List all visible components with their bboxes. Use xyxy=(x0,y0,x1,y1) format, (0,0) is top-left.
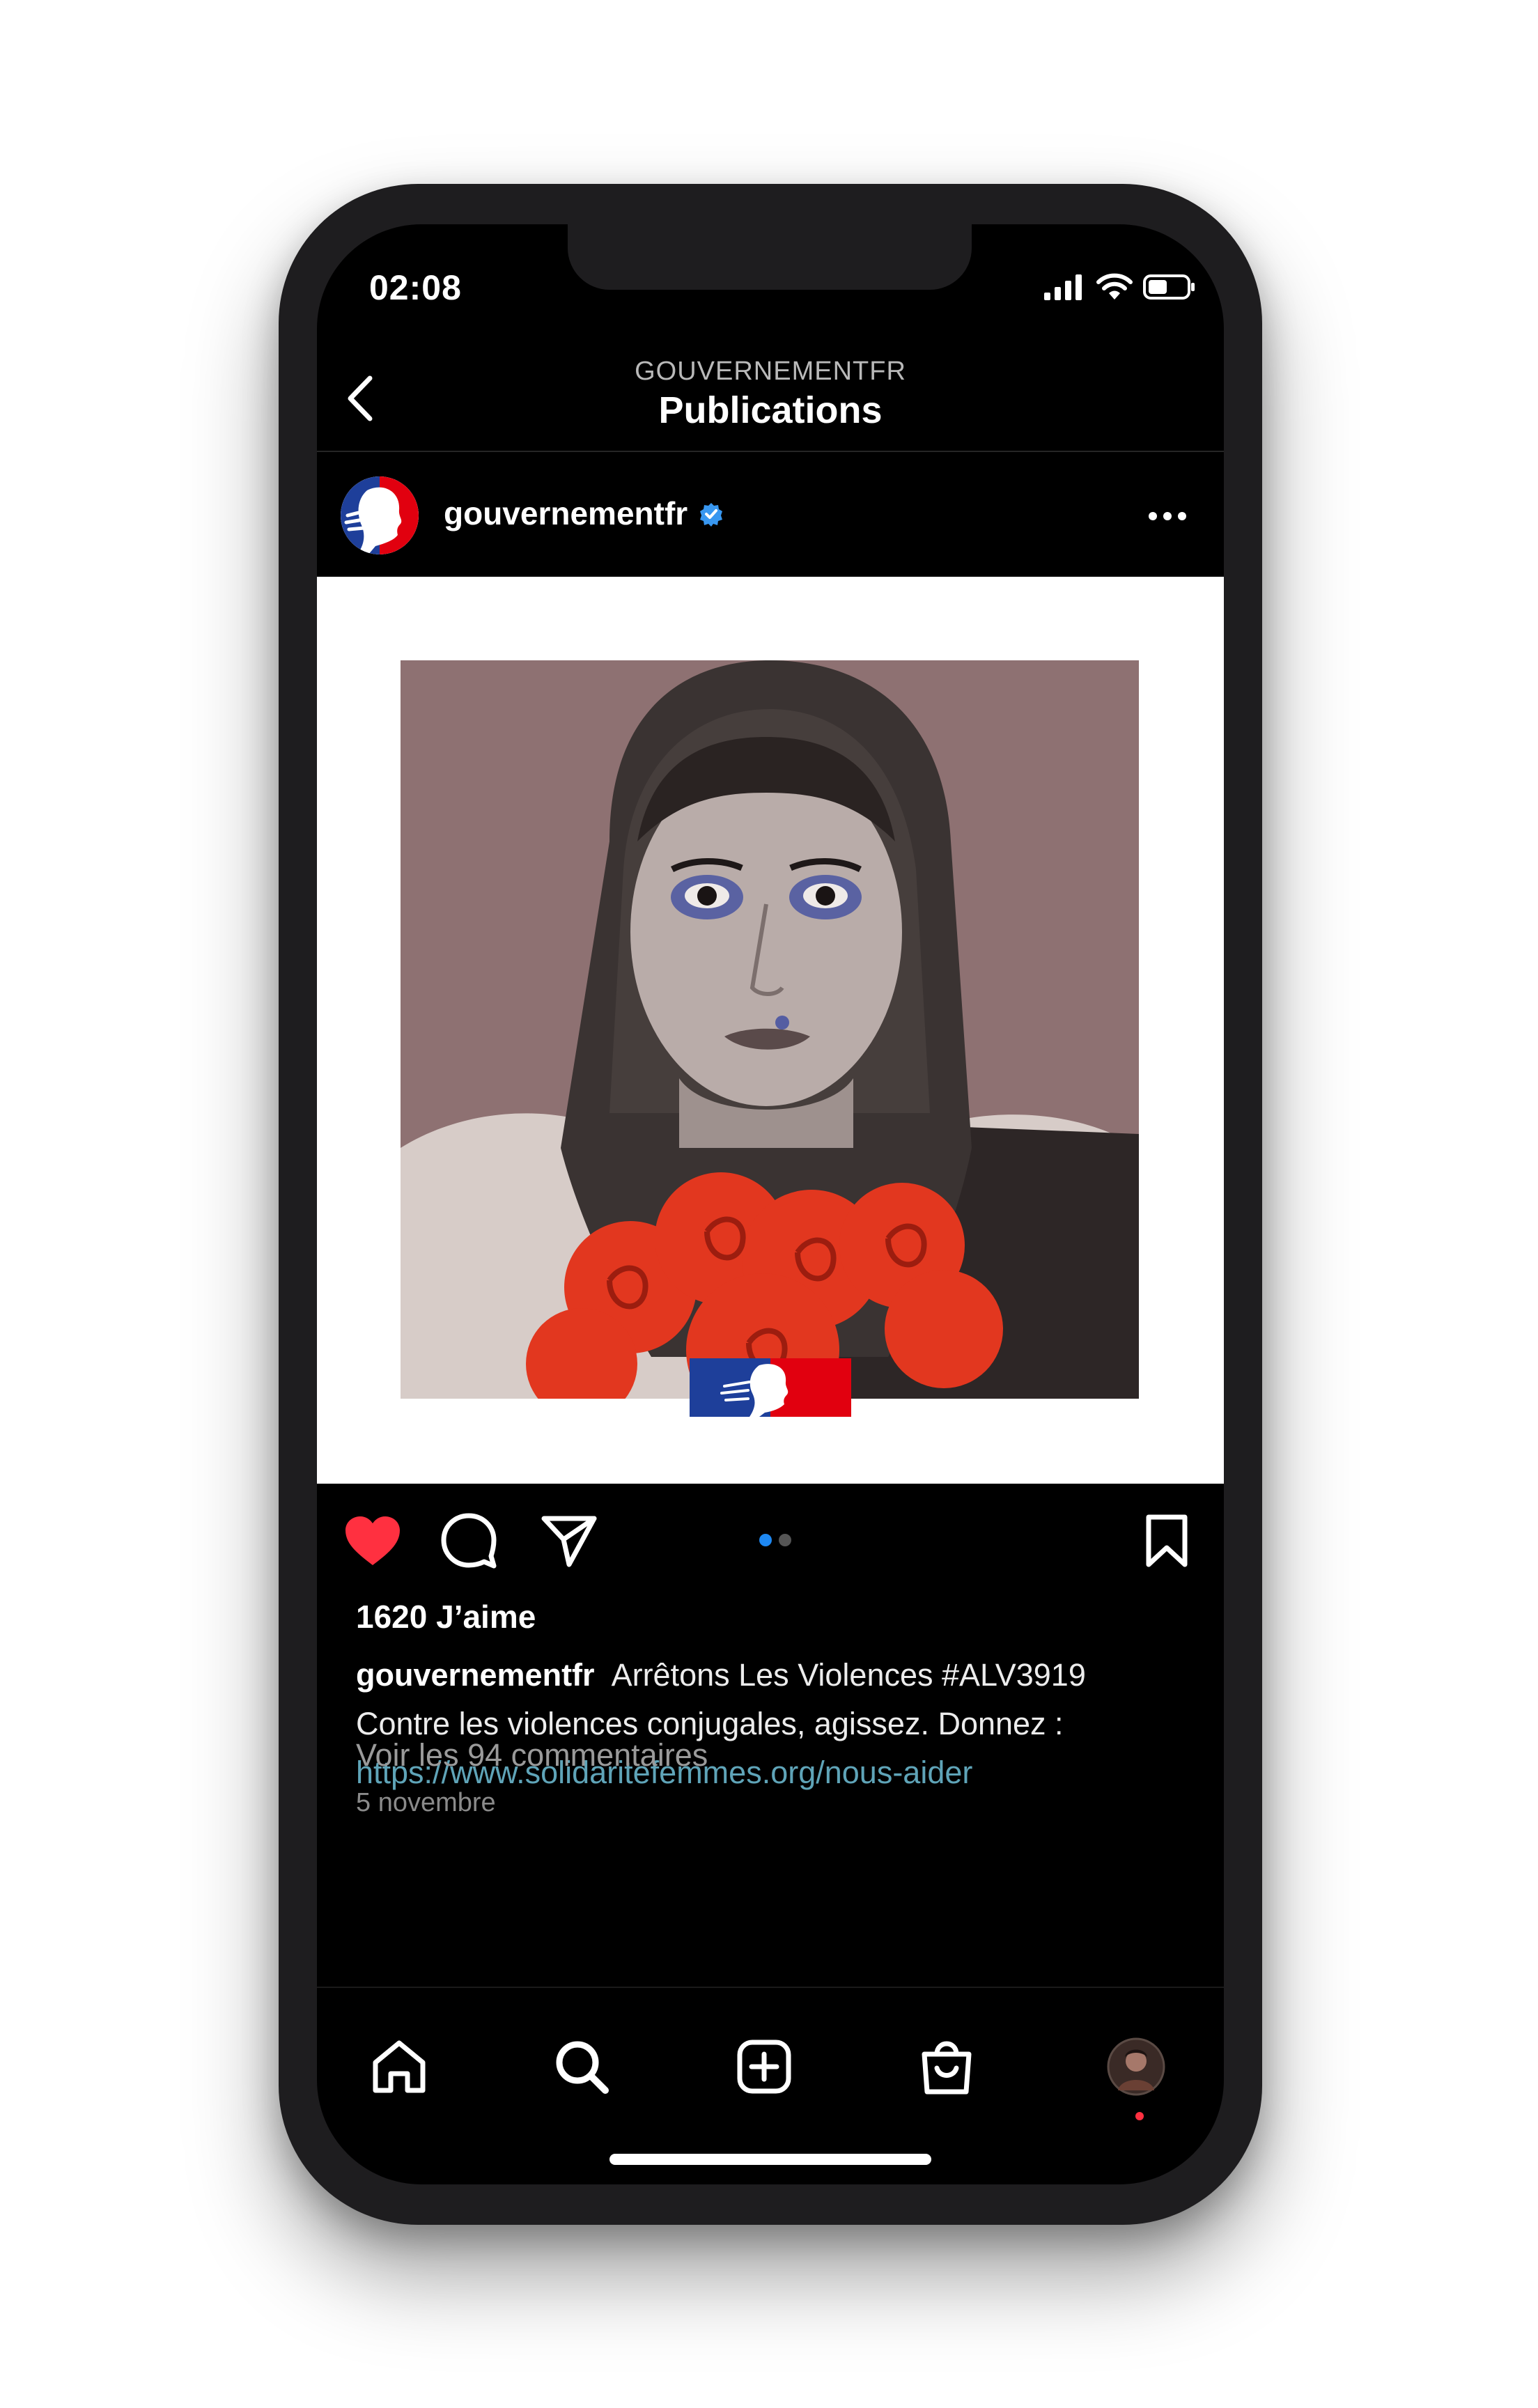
post-image[interactable] xyxy=(317,577,1224,1484)
carousel-dot xyxy=(779,1534,791,1546)
comment-button[interactable] xyxy=(434,1506,504,1576)
share-button[interactable] xyxy=(534,1506,604,1576)
battery-icon xyxy=(1143,274,1195,300)
post-author-username[interactable]: gouvernementfr xyxy=(444,495,724,532)
verified-badge-icon xyxy=(700,502,723,527)
heart-icon xyxy=(345,1516,400,1565)
more-options-button[interactable] xyxy=(1136,492,1199,541)
caption-line-1: Arrêtons Les Violences #ALV3919 xyxy=(611,1657,1086,1693)
like-button[interactable] xyxy=(338,1506,407,1576)
post-date: 5 novembre xyxy=(356,1788,496,1817)
create-post-icon xyxy=(737,2040,791,2094)
nav-create-button[interactable] xyxy=(726,2028,802,2105)
bookmark-button[interactable] xyxy=(1139,1506,1195,1576)
post-author-avatar[interactable] xyxy=(341,476,419,554)
status-time: 02:08 xyxy=(369,268,462,307)
republique-francaise-logo xyxy=(690,1358,851,1417)
post-author-name: gouvernementfr xyxy=(444,495,688,531)
likes-count[interactable]: 1620 J’aime xyxy=(356,1598,536,1636)
page-title: Publications xyxy=(658,389,883,431)
bookmark-icon xyxy=(1146,1514,1188,1567)
header-subtitle: GOUVERNEMENTFR xyxy=(635,357,906,386)
nav-profile-button[interactable] xyxy=(1098,2028,1174,2105)
marianne-flag-icon xyxy=(690,1358,851,1417)
wifi-icon xyxy=(1096,273,1133,300)
search-icon xyxy=(556,2041,609,2094)
header-divider xyxy=(317,451,1224,452)
caption-line-2: Contre les violences conjugales, agissez… xyxy=(356,1706,1064,1741)
portrait-illustration xyxy=(401,660,1139,1399)
post-caption: gouvernementfr Arrêtons Les Violences #AL… xyxy=(356,1651,1192,1797)
caption-username[interactable]: gouvernementfr xyxy=(356,1657,595,1693)
cellular-signal-icon xyxy=(1044,274,1082,300)
phone-notch xyxy=(568,224,972,290)
profile-notification-dot xyxy=(1135,2112,1144,2120)
home-icon xyxy=(373,2040,426,2093)
share-icon xyxy=(541,1516,597,1567)
post-photo xyxy=(401,660,1139,1399)
nav-search-button[interactable] xyxy=(543,2028,620,2105)
view-comments-link[interactable]: Voir les 94 commentaires xyxy=(356,1737,708,1773)
bottom-nav-divider xyxy=(317,1987,1224,1988)
app-screen: 02:08 GOUVERNEMENTFR Publications gouver… xyxy=(317,224,1224,2184)
nav-shop-button[interactable] xyxy=(908,2028,985,2105)
home-indicator[interactable] xyxy=(609,2154,931,2165)
carousel-dot-active xyxy=(759,1534,772,1546)
marianne-logo-icon xyxy=(341,476,419,554)
more-options-icon xyxy=(1149,512,1186,520)
profile-avatar-icon xyxy=(1107,2037,1165,2096)
status-icons xyxy=(1043,272,1196,302)
nav-home-button[interactable] xyxy=(361,2028,437,2105)
carousel-indicator xyxy=(759,1534,791,1546)
comment-icon xyxy=(441,1513,497,1569)
shop-icon xyxy=(922,2041,972,2095)
